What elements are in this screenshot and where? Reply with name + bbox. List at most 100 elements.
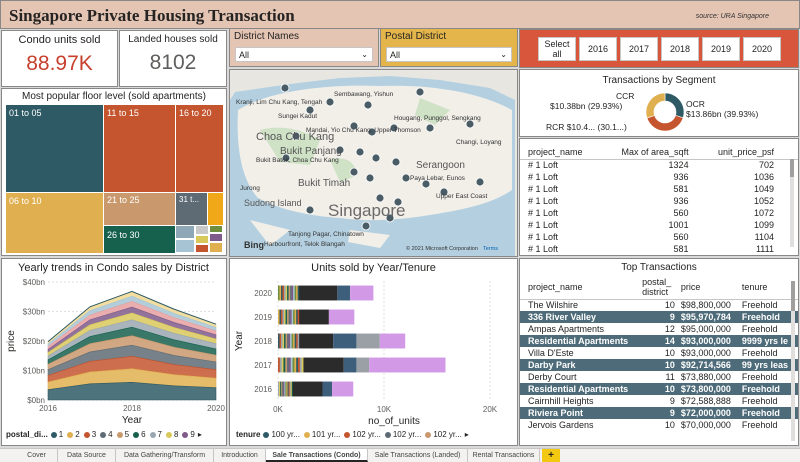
bar-segment[interactable] bbox=[337, 285, 351, 301]
bar-segment[interactable] bbox=[292, 381, 323, 397]
treemap-cell-small[interactable] bbox=[175, 225, 195, 239]
district-dropdown[interactable]: All ⌄ bbox=[235, 47, 373, 62]
table-row[interactable]: Derby Court 11 $73,880,000 Freehold bbox=[520, 371, 798, 383]
postal-dropdown[interactable]: All ⌄ bbox=[386, 47, 512, 62]
table-row[interactable]: # 1 Loft 1001 1099 bbox=[520, 219, 798, 231]
year-button-2019[interactable]: 2019 bbox=[702, 37, 740, 61]
bar-segment[interactable] bbox=[356, 333, 380, 349]
legend-item[interactable]: 1 bbox=[50, 430, 63, 439]
bar-segment[interactable] bbox=[379, 333, 406, 349]
legend-item[interactable]: 2 bbox=[67, 430, 80, 439]
bar-segment[interactable] bbox=[343, 357, 357, 373]
legend-next-icon[interactable]: ▸ bbox=[465, 430, 469, 439]
tab-data-source[interactable]: Data Source bbox=[58, 449, 116, 462]
bar-segment[interactable] bbox=[296, 357, 299, 373]
col-header[interactable]: Max of area_sqft bbox=[598, 145, 692, 159]
table-row[interactable]: # 1 Loft 581 1111 bbox=[520, 243, 798, 255]
table-row[interactable]: Ampas Apartments 12 $95,000,000 Freehold bbox=[520, 323, 798, 335]
bar-segment[interactable] bbox=[369, 357, 446, 373]
bar-segment[interactable] bbox=[288, 357, 292, 373]
donut-slice[interactable] bbox=[664, 92, 685, 119]
year-button-2020[interactable]: 2020 bbox=[743, 37, 781, 61]
donut-slice[interactable] bbox=[646, 114, 684, 132]
select-all-button[interactable]: Select all bbox=[538, 37, 576, 61]
yearly-trend-chart[interactable]: $0bn$10bn$20bn$30bn$40bn2016 2018 2020Year… bbox=[2, 277, 226, 435]
legend-item[interactable]: 3 bbox=[83, 430, 96, 439]
tab-sale-condo[interactable]: Sale Transactions (Condo) bbox=[266, 449, 368, 462]
units-sold-chart[interactable]: 0K 10K 20K 2020 2019 2018 2017 2016 no_of_units Y… bbox=[230, 277, 517, 435]
table-row[interactable]: # 1 Loft 560 1104 bbox=[520, 231, 798, 243]
bar-segment[interactable] bbox=[299, 333, 334, 349]
treemap-cell-21-25[interactable]: 21 to 25 bbox=[103, 192, 175, 225]
bar-segment[interactable] bbox=[303, 357, 344, 373]
treemap-cell-small[interactable] bbox=[207, 192, 223, 225]
legend-item[interactable]: 4 bbox=[100, 430, 113, 439]
table-row[interactable]: # 1 Loft 1324 702 bbox=[520, 159, 798, 171]
year-button-2018[interactable]: 2018 bbox=[661, 37, 699, 61]
bar-segment[interactable] bbox=[301, 357, 304, 373]
legend-item[interactable]: 102 yr... bbox=[425, 430, 462, 439]
legend-item[interactable]: 100 yr... bbox=[263, 430, 300, 439]
tab-introduction[interactable]: Introduction bbox=[214, 449, 266, 462]
table-row[interactable]: Residential Apartments 10 $73,800,000 Freeh… bbox=[520, 383, 798, 395]
treemap-cell-small[interactable] bbox=[195, 225, 209, 235]
bar-segment[interactable] bbox=[328, 309, 355, 325]
tab-rental[interactable]: Rental Transactions bbox=[468, 449, 540, 462]
table-scrollbar[interactable] bbox=[790, 159, 794, 247]
treemap-cell-31[interactable]: 31 t... bbox=[175, 192, 207, 225]
col-header[interactable]: price bbox=[678, 275, 739, 299]
legend-item[interactable]: 7 bbox=[149, 430, 162, 439]
year-button-2016[interactable]: 2016 bbox=[579, 37, 617, 61]
bar-segment[interactable] bbox=[290, 357, 293, 373]
donut-slice[interactable] bbox=[645, 92, 666, 119]
year-button-2017[interactable]: 2017 bbox=[620, 37, 658, 61]
bar-segment[interactable] bbox=[299, 285, 338, 301]
bar-segment[interactable] bbox=[278, 357, 281, 373]
table-row[interactable]: # 1 Loft 936 1052 bbox=[520, 195, 798, 207]
table-row[interactable]: # 1 Loft 936 1036 bbox=[520, 171, 798, 183]
legend-item[interactable]: 9 bbox=[182, 430, 195, 439]
table-row[interactable]: Villa D'Este 10 $93,000,000 Freehold bbox=[520, 347, 798, 359]
add-page-button[interactable]: + bbox=[542, 449, 560, 462]
table-row[interactable]: # 1 Loft 560 1072 bbox=[520, 207, 798, 219]
singapore-map[interactable]: Sembawang, Yishun Kranji, Lim Chu Kang, … bbox=[230, 70, 517, 256]
treemap-cell-26-30[interactable]: 26 to 30 bbox=[103, 225, 175, 253]
legend-item[interactable]: 8 bbox=[165, 430, 178, 439]
treemap-cell-11-15[interactable]: 11 to 15 bbox=[103, 105, 175, 192]
treemap-cell-small[interactable] bbox=[195, 235, 209, 244]
table-row[interactable]: The Wilshire 10 $98,800,000 Freehold bbox=[520, 299, 798, 311]
table-row[interactable]: Riviera Point 9 $72,000,000 Freehold bbox=[520, 407, 798, 419]
legend-item[interactable]: 102 yr... bbox=[384, 430, 421, 439]
table-row[interactable]: # 1 Loft 581 1049 bbox=[520, 183, 798, 195]
bar-segment[interactable] bbox=[299, 309, 329, 325]
treemap-cell-small[interactable] bbox=[209, 225, 223, 233]
treemap-cell-01-05[interactable]: 01 to 05 bbox=[6, 105, 103, 192]
legend-item[interactable]: 101 yr... bbox=[303, 430, 340, 439]
treemap-cell-small[interactable] bbox=[175, 239, 195, 253]
legend-next-icon[interactable]: ▸ bbox=[198, 430, 202, 439]
bar-segment[interactable] bbox=[297, 357, 301, 373]
bar-segment[interactable] bbox=[299, 357, 302, 373]
bar-segment[interactable] bbox=[283, 357, 286, 373]
col-header[interactable]: tenure bbox=[739, 275, 798, 299]
bar-segment[interactable] bbox=[322, 381, 333, 397]
tab-cover[interactable]: Cover bbox=[16, 449, 58, 462]
legend-item[interactable]: 5 bbox=[116, 430, 129, 439]
table-row[interactable]: Residential Apartments 14 $93,000,000 9999 … bbox=[520, 335, 798, 347]
legend-item[interactable]: 6 bbox=[133, 430, 146, 439]
treemap-cell-small[interactable] bbox=[209, 242, 223, 253]
treemap-cell-16-20[interactable]: 16 to 20 bbox=[175, 105, 223, 192]
bar-segment[interactable] bbox=[285, 357, 288, 373]
table-row[interactable]: Darby Park 10 $92,714,566 99 yrs leas bbox=[520, 359, 798, 371]
tab-sale-landed[interactable]: Sale Transactions (Landed) bbox=[368, 449, 468, 462]
bar-segment[interactable] bbox=[333, 333, 357, 349]
col-header[interactable]: project_name bbox=[520, 275, 639, 299]
bar-segment[interactable] bbox=[332, 381, 354, 397]
bar-segment[interactable] bbox=[294, 357, 297, 373]
bar-segment[interactable] bbox=[356, 357, 370, 373]
tab-data-gathering[interactable]: Data Gathering/Transform bbox=[116, 449, 214, 462]
bar-segment[interactable] bbox=[350, 285, 374, 301]
bar-segment[interactable] bbox=[287, 357, 290, 373]
table-row[interactable]: Jervois Gardens 10 $70,000,000 Freehold bbox=[520, 419, 798, 431]
legend-item[interactable]: 102 yr... bbox=[344, 430, 381, 439]
